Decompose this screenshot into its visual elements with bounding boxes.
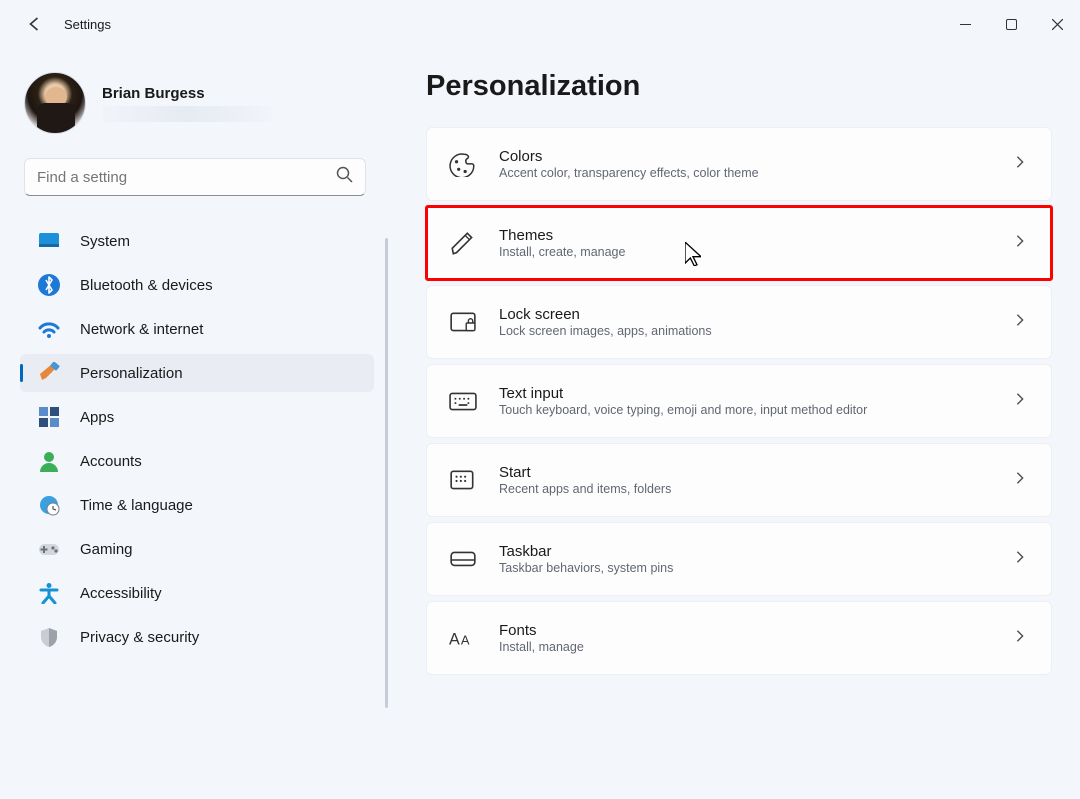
nav-item-gaming[interactable]: Gaming [20,530,374,568]
nav-item-system[interactable]: System [20,222,374,260]
window-controls [942,8,1080,40]
search-icon [336,166,353,188]
apps-icon [38,406,60,428]
nav-item-label: Accessibility [80,585,162,602]
search-box[interactable] [24,158,366,196]
chevron-right-icon [1013,629,1027,648]
gamepad-icon [38,538,60,560]
scrollbar-indicator[interactable] [385,238,388,708]
card-subtitle: Install, manage [499,640,991,654]
chevron-right-icon [1013,550,1027,569]
nav-item-privacy-security[interactable]: Privacy & security [20,618,374,656]
nav-item-bluetooth-devices[interactable]: Bluetooth & devices [20,266,374,304]
nav-item-time-language[interactable]: Time & language [20,486,374,524]
fonts-icon [449,624,477,652]
wifi-icon [38,318,60,340]
card-lock-screen[interactable]: Lock screen Lock screen images, apps, an… [426,285,1052,359]
card-fonts[interactable]: Fonts Install, manage [426,601,1052,675]
chevron-right-icon [1013,392,1027,411]
pen-icon [449,229,477,257]
chevron-right-icon [1013,471,1027,490]
profile-name: Brian Burgess [102,85,272,102]
card-colors[interactable]: Colors Accent color, transparency effect… [426,127,1052,201]
titlebar: Settings [0,0,1080,48]
card-title: Lock screen [499,306,991,323]
card-text-input[interactable]: Text input Touch keyboard, voice typing,… [426,364,1052,438]
card-title: Start [499,464,991,481]
settings-card-list: Colors Accent color, transparency effect… [426,127,1052,675]
close-button[interactable] [1034,8,1080,40]
accessibility-icon [38,582,60,604]
nav-item-label: Gaming [80,541,133,558]
nav-item-apps[interactable]: Apps [20,398,374,436]
brush-icon [38,362,60,384]
chevron-right-icon [1013,313,1027,332]
search-input[interactable] [37,169,336,186]
chevron-right-icon [1013,234,1027,253]
main-content: Personalization Colors Accent color, tra… [390,48,1080,799]
card-start[interactable]: Start Recent apps and items, folders [426,443,1052,517]
bluetooth-icon [38,274,60,296]
nav-item-label: Bluetooth & devices [80,277,213,294]
card-title: Fonts [499,622,991,639]
start-icon [449,466,477,494]
back-button[interactable] [22,12,46,36]
sidebar: Brian Burgess System Bluetooth & devices… [0,48,390,799]
nav-item-label: System [80,233,130,250]
maximize-button[interactable] [988,8,1034,40]
profile-block[interactable]: Brian Burgess [0,64,390,150]
card-title: Text input [499,385,991,402]
nav-item-label: Privacy & security [80,629,199,646]
card-subtitle: Install, create, manage [499,245,991,259]
card-taskbar[interactable]: Taskbar Taskbar behaviors, system pins [426,522,1052,596]
keyboard-icon [449,387,477,415]
card-title: Themes [499,227,991,244]
nav-item-label: Network & internet [80,321,203,338]
minimize-button[interactable] [942,8,988,40]
card-themes[interactable]: Themes Install, create, manage [426,206,1052,280]
display-icon [38,230,60,252]
nav-item-label: Apps [80,409,114,426]
shield-icon [38,626,60,648]
taskbar-icon [449,545,477,573]
nav-item-accounts[interactable]: Accounts [20,442,374,480]
card-subtitle: Touch keyboard, voice typing, emoji and … [499,403,991,417]
nav-item-label: Personalization [80,365,183,382]
app-title: Settings [64,17,111,32]
lock-screen-icon [449,308,477,336]
nav-item-label: Time & language [80,497,193,514]
card-title: Taskbar [499,543,991,560]
nav-item-accessibility[interactable]: Accessibility [20,574,374,612]
nav-item-label: Accounts [80,453,142,470]
person-icon [38,450,60,472]
card-title: Colors [499,148,991,165]
profile-email-redacted [102,106,272,122]
chevron-right-icon [1013,155,1027,174]
page-title: Personalization [426,70,1052,103]
nav-item-personalization[interactable]: Personalization [20,354,374,392]
palette-icon [449,150,477,178]
nav-list: System Bluetooth & devices Network & int… [0,216,390,662]
card-subtitle: Recent apps and items, folders [499,482,991,496]
card-subtitle: Taskbar behaviors, system pins [499,561,991,575]
card-subtitle: Accent color, transparency effects, colo… [499,166,991,180]
nav-item-network-internet[interactable]: Network & internet [20,310,374,348]
avatar [24,72,86,134]
card-subtitle: Lock screen images, apps, animations [499,324,991,338]
globe-clock-icon [38,494,60,516]
